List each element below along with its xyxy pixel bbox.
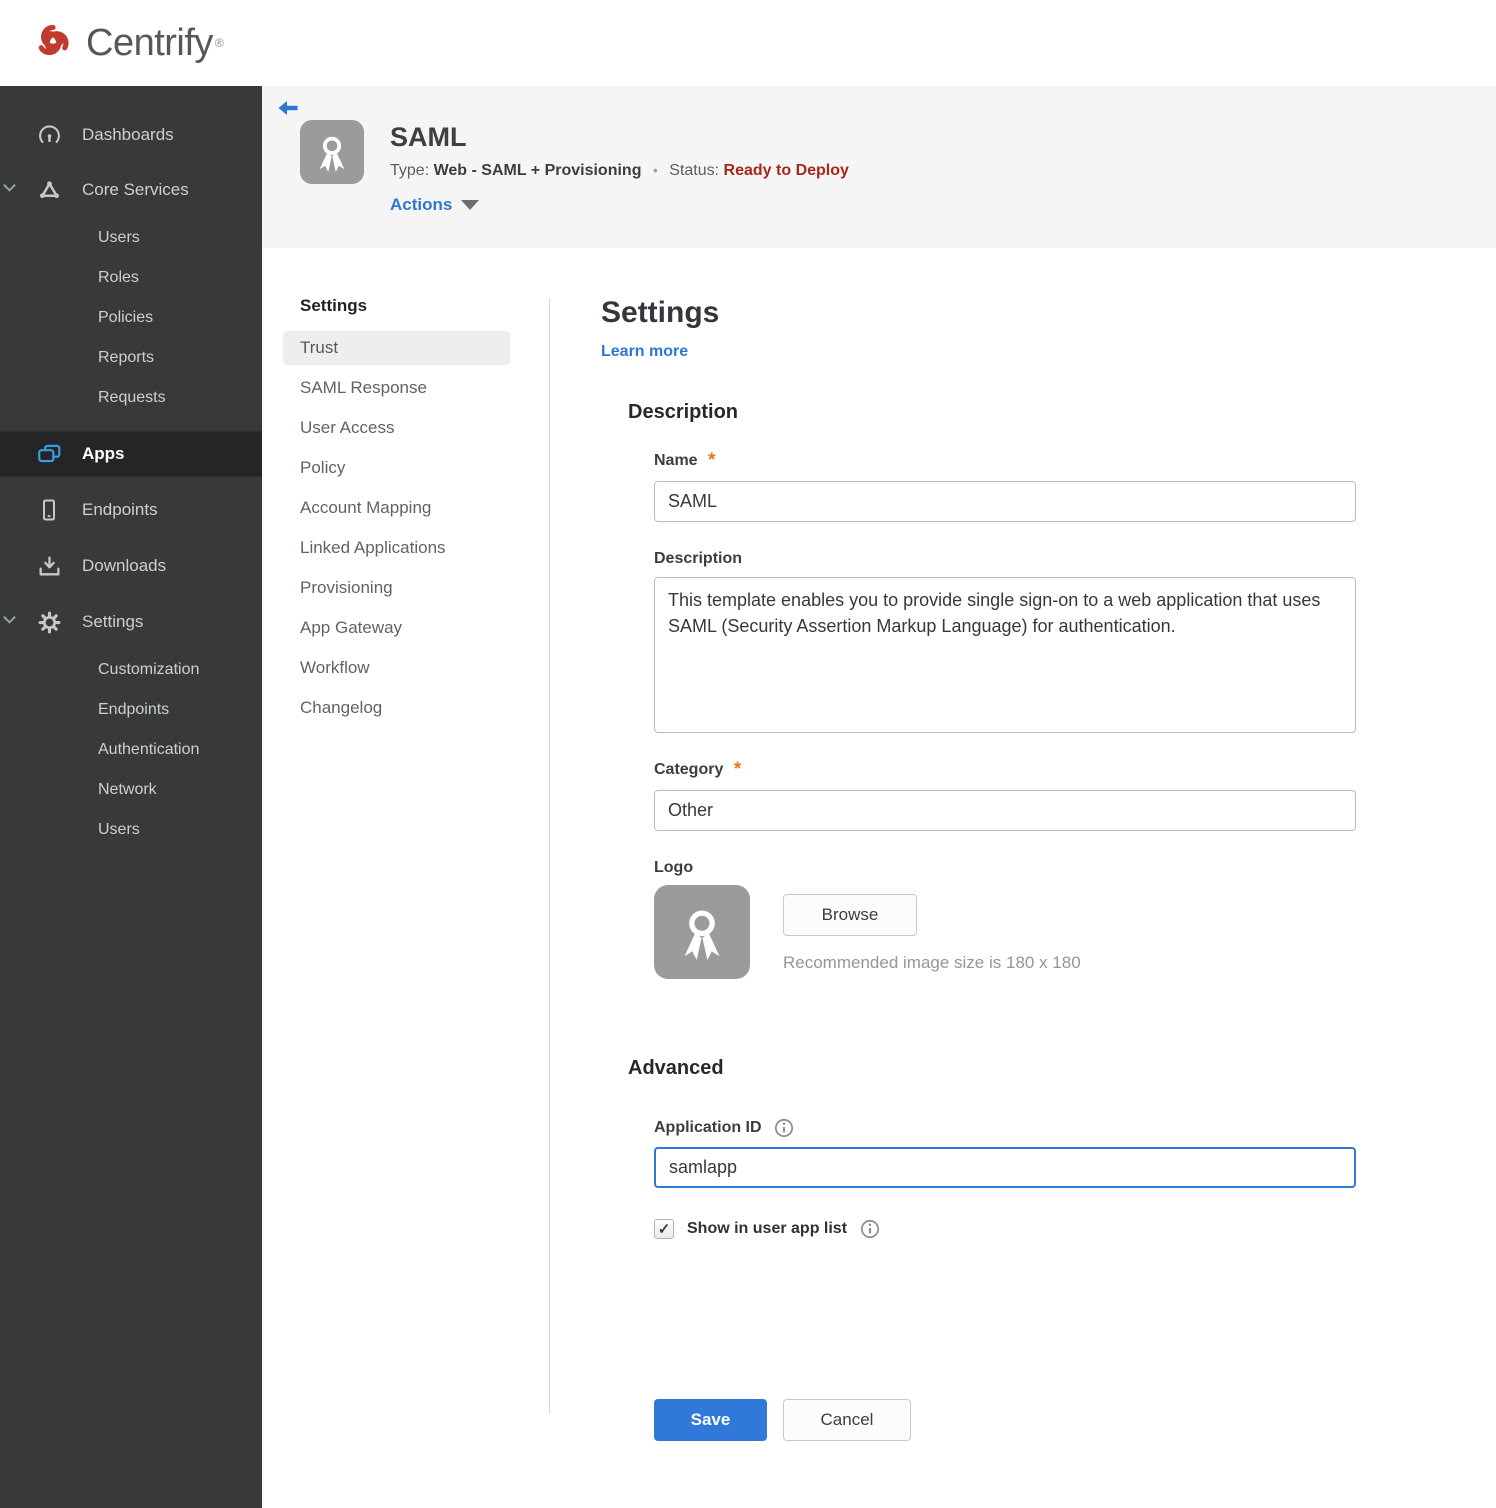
description-textarea[interactable]: This template enables you to provide sin… xyxy=(654,577,1356,733)
dashboard-icon xyxy=(36,122,62,148)
sidebar-item-users-settings[interactable]: Users xyxy=(0,810,262,850)
cancel-button[interactable]: Cancel xyxy=(783,1399,911,1441)
show-in-user-app-list-checkbox[interactable] xyxy=(654,1219,674,1239)
actions-dropdown[interactable]: Actions xyxy=(390,195,480,215)
sidebar-item-dashboards[interactable]: Dashboards xyxy=(0,108,262,162)
app-header: SAML Type: Web - SAML + Provisioning • S… xyxy=(262,86,1496,248)
advanced-section-heading: Advanced xyxy=(628,1057,724,1079)
status-badge: Ready to Deploy xyxy=(723,162,849,179)
category-label: Category xyxy=(654,761,724,778)
sidebar-item-customization[interactable]: Customization xyxy=(0,650,262,690)
show-in-user-app-list-label: Show in user app list xyxy=(687,1220,848,1237)
settings-submenu: Customization Endpoints Authentication N… xyxy=(0,650,262,850)
dropdown-triangle-icon xyxy=(461,200,480,210)
sidebar-item-label: Settings xyxy=(82,612,144,631)
type-value: Web - SAML + Provisioning xyxy=(433,162,642,179)
brand-name: Centrify xyxy=(86,21,213,64)
sidebar-item-label: Apps xyxy=(82,444,125,463)
sidebar-item-authentication[interactable]: Authentication xyxy=(0,730,262,770)
sidebar-item-requests[interactable]: Requests xyxy=(0,378,262,418)
subnav-item-user-access[interactable]: User Access xyxy=(283,411,510,445)
name-input[interactable] xyxy=(654,481,1356,522)
app-logo xyxy=(300,120,364,184)
sidebar-item-core-services[interactable]: Core Services xyxy=(0,162,262,218)
subnav-item-policy[interactable]: Policy xyxy=(283,451,510,485)
sidebar-item-endpoints-settings[interactable]: Endpoints xyxy=(0,690,262,730)
browse-button[interactable]: Browse xyxy=(783,894,917,936)
sidebar-item-label: Core Services xyxy=(82,180,189,199)
description-label: Description xyxy=(654,550,743,567)
top-bar: Centrify ® xyxy=(0,0,1496,86)
required-asterisk: * xyxy=(733,759,742,780)
type-label: Type: xyxy=(390,162,430,179)
centrify-swirl-icon xyxy=(28,16,78,71)
actions-label: Actions xyxy=(390,195,453,214)
centrify-logo[interactable]: Centrify ® xyxy=(28,16,224,71)
subnav-item-provisioning[interactable]: Provisioning xyxy=(283,571,510,605)
app-meta: Type: Web - SAML + Provisioning • Status… xyxy=(390,162,849,180)
name-label: Name xyxy=(654,452,698,469)
apps-icon xyxy=(36,441,62,467)
chevron-down-icon[interactable] xyxy=(2,180,17,200)
registered-mark: ® xyxy=(214,36,224,50)
panel-title: Settings xyxy=(601,296,720,329)
category-input[interactable] xyxy=(654,790,1356,831)
logo-size-hint: Recommended image size is 180 x 180 xyxy=(783,953,1081,972)
subnav-item-linked-applications[interactable]: Linked Applications xyxy=(283,531,510,565)
description-section-heading: Description xyxy=(628,401,739,423)
subnav-title: Settings xyxy=(300,296,368,315)
core-services-icon xyxy=(36,177,62,203)
sidebar-item-settings[interactable]: Settings xyxy=(0,594,262,650)
logo-preview xyxy=(654,885,750,979)
settings-subnav: Settings Trust SAML Response User Access… xyxy=(283,296,510,1508)
subnav-item-saml-response[interactable]: SAML Response xyxy=(283,371,510,405)
subnav-item-trust[interactable]: Trust xyxy=(283,331,510,365)
sidebar-item-apps[interactable]: Apps xyxy=(0,431,262,477)
save-button[interactable]: Save xyxy=(654,1399,767,1441)
learn-more-link[interactable]: Learn more xyxy=(601,343,688,361)
settings-panel: Settings Learn more Description Name * D… xyxy=(550,296,1496,1508)
application-id-input[interactable] xyxy=(654,1147,1356,1188)
info-icon[interactable] xyxy=(860,1219,880,1239)
sidebar-item-label: Endpoints xyxy=(82,500,158,519)
required-asterisk: * xyxy=(708,450,716,471)
subnav-item-app-gateway[interactable]: App Gateway xyxy=(283,611,510,645)
separator: • xyxy=(652,162,658,178)
sidebar: Dashboards Core Services Users Roles Pol… xyxy=(0,86,262,1508)
sidebar-item-network[interactable]: Network xyxy=(0,770,262,810)
sidebar-item-users[interactable]: Users xyxy=(0,218,262,258)
back-arrow-icon[interactable] xyxy=(276,96,300,120)
sidebar-item-downloads[interactable]: Downloads xyxy=(0,538,262,594)
downloads-icon xyxy=(36,553,62,579)
subnav-item-account-mapping[interactable]: Account Mapping xyxy=(283,491,510,525)
sidebar-item-endpoints[interactable]: Endpoints xyxy=(0,482,262,538)
application-id-label: Application ID xyxy=(654,1119,762,1136)
subnav-item-changelog[interactable]: Changelog xyxy=(283,691,510,725)
sidebar-item-policies[interactable]: Policies xyxy=(0,298,262,338)
chevron-down-icon[interactable] xyxy=(2,612,17,632)
sidebar-item-roles[interactable]: Roles xyxy=(0,258,262,298)
page-title: SAML xyxy=(390,122,467,152)
core-services-submenu: Users Roles Policies Reports Requests xyxy=(0,218,262,418)
info-icon[interactable] xyxy=(774,1118,794,1138)
sidebar-item-label: Dashboards xyxy=(82,125,174,144)
subnav-item-workflow[interactable]: Workflow xyxy=(283,651,510,685)
status-label: Status: xyxy=(669,162,720,179)
sidebar-item-label: Downloads xyxy=(82,556,167,575)
settings-icon xyxy=(36,609,62,635)
logo-label: Logo xyxy=(654,859,694,876)
sidebar-item-reports[interactable]: Reports xyxy=(0,338,262,378)
endpoints-icon xyxy=(36,497,62,523)
